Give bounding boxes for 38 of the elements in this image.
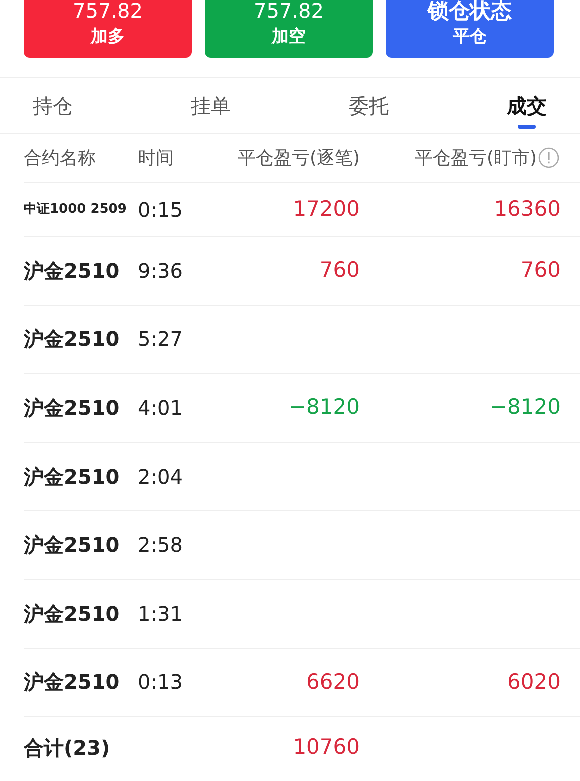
pnl-value: 10760 [293,734,360,762]
trade-time: 9:36 [138,258,184,285]
contract-name: 中证1000 2509 [24,200,128,219]
action-button[interactable]: 锁仓状态 平仓 [386,0,554,58]
trade-time: 0:13 [138,669,184,696]
contract-name: 沪金2510 [24,600,121,628]
column-header: 时间 [138,146,175,170]
contract-name: 沪金2510 [24,258,121,285]
trade-time: 2:58 [138,532,184,560]
pnl-value: 760 [520,257,561,284]
action-button[interactable]: 757.82 加多 [24,0,192,58]
pnl-value: 16360 [494,196,561,223]
trade-time: 1:31 [138,600,184,628]
tab[interactable]: 持仓 [33,78,73,133]
trade-time: 4:01 [138,394,184,422]
contract-name: 沪金2510 [24,394,121,422]
trade-time: 2:04 [138,464,184,491]
pnl-value: −8120 [490,394,561,422]
pnl-value: 6620 [306,668,360,696]
column-header: 平仓盈亏(盯市) [414,146,537,170]
trade-time: 0:15 [138,196,184,224]
pnl-value: −8120 [288,394,360,422]
tab[interactable]: 委托 [349,78,389,133]
contract-name: 沪金2510 [24,669,121,696]
tab[interactable]: 挂单 [191,78,231,133]
column-header: 平仓盈亏(逐笔) [236,146,360,170]
column-header: 合约名称 [24,146,97,170]
contract-name: 沪金2510 [24,532,121,560]
pnl-value: 6020 [508,668,561,696]
tab-indicator [518,125,536,129]
contract-name: 沪金2510 [24,464,121,491]
tab[interactable]: 成交 [507,78,547,133]
pnl-value: 17200 [293,196,360,223]
pnl-value: 760 [320,257,360,284]
contract-name: 沪金2510 [24,326,121,354]
total-label: 合计(23) [24,735,112,762]
trade-time: 5:27 [138,326,184,354]
info-icon[interactable] [538,147,560,169]
